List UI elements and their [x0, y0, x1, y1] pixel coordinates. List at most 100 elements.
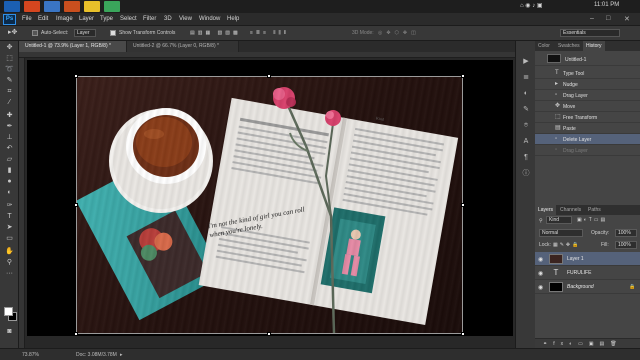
menu-view[interactable]: View	[179, 16, 192, 22]
document-size[interactable]: Doc: 3.08M/3.78M	[76, 352, 117, 358]
history-panel-icon[interactable]: ▶	[520, 57, 532, 67]
menu-help[interactable]: Help	[227, 16, 239, 22]
transform-handle-bottom-right[interactable]	[461, 332, 465, 336]
auto-select-dropdown[interactable]: Layer	[74, 29, 96, 37]
menu-layer[interactable]: Layer	[79, 16, 94, 22]
hand-tool-icon[interactable]: ✋	[3, 247, 16, 257]
clock[interactable]: 11:01 PM	[594, 2, 619, 8]
docs-app-icon[interactable]	[44, 1, 60, 12]
move-tool-icon[interactable]: ✥	[3, 43, 16, 53]
history-brush-tool-icon[interactable]: ↶	[3, 144, 16, 154]
visibility-eye-icon[interactable]: ◉	[538, 270, 543, 277]
history-item[interactable]: ▤ Paste	[535, 123, 640, 134]
layer-filter-icons[interactable]: ▣◐T▭▤	[577, 217, 607, 223]
ruler-horizontal[interactable]	[19, 52, 515, 58]
history-item-active[interactable]: ▫ Delete Layer	[535, 134, 640, 145]
menu-type[interactable]: Type	[100, 16, 113, 22]
transform-bounding-box[interactable]	[76, 76, 463, 334]
info-panel-icon[interactable]: ⓘ	[520, 169, 532, 179]
eraser-tool-icon[interactable]: ▱	[3, 155, 16, 165]
brush-panel-icon[interactable]: ✎	[520, 105, 532, 115]
adjustments-panel-icon[interactable]: ◐	[520, 89, 532, 99]
transform-handle-bottom[interactable]	[267, 332, 271, 336]
healing-tool-icon[interactable]: ✚	[3, 111, 16, 121]
eyedropper-tool-icon[interactable]: ⁄	[3, 98, 16, 108]
menu-window[interactable]: Window	[199, 16, 220, 22]
fill-input[interactable]: 100%	[615, 241, 637, 249]
zoom-tool-icon[interactable]: ⚲	[3, 258, 16, 268]
ruler-vertical[interactable]	[19, 58, 25, 348]
character-panel-icon[interactable]: A	[520, 137, 532, 147]
quick-mask-icon[interactable]: ◙	[3, 327, 16, 337]
dodge-tool-icon[interactable]: ◐	[3, 188, 16, 198]
history-item[interactable]: ⬚ Free Transform	[535, 112, 640, 123]
layer-action-icons[interactable]: ⚭fx◐▭▣▤🗑	[543, 341, 623, 347]
more-tools-icon[interactable]: ···	[3, 269, 16, 279]
type-tool-icon[interactable]: T	[3, 212, 16, 222]
transform-handle-top-right[interactable]	[461, 74, 465, 78]
distribute-icons[interactable]: ≡≣≡ ⫴⫼⫴	[250, 30, 289, 36]
maximize-button[interactable]: □	[606, 15, 610, 22]
layer-kind-filter[interactable]: Kind	[546, 216, 572, 224]
browser-app-icon[interactable]	[84, 1, 100, 12]
show-transform-checkbox[interactable]	[110, 30, 116, 36]
visibility-eye-icon[interactable]: ◉	[538, 256, 543, 263]
crop-tool-icon[interactable]: ⌗	[3, 87, 16, 97]
menu-select[interactable]: Select	[120, 16, 137, 22]
tab-untitled-2[interactable]: Untitled-2 @ 66.7% (Layer 0, RGB/8) *	[127, 41, 239, 52]
filter-search-icon[interactable]: ⚲	[539, 218, 543, 224]
move-tool-icon[interactable]: ▸✥	[8, 28, 17, 36]
foreground-color-swatch[interactable]	[4, 307, 13, 316]
history-item[interactable]: ✥ Move	[535, 101, 640, 112]
menu-edit[interactable]: Edit	[38, 16, 48, 22]
zoom-level[interactable]: 73.87%	[22, 352, 39, 358]
chrome-app-icon[interactable]	[104, 1, 120, 12]
lock-icons[interactable]: ▦✎✥🔒	[553, 242, 580, 248]
transform-handle-top-left[interactable]	[74, 74, 78, 78]
properties-panel-icon[interactable]: ≣	[520, 73, 532, 83]
tab-swatches[interactable]: Swatches	[555, 41, 583, 51]
history-item[interactable]: T Type Tool	[535, 68, 640, 79]
menu-image[interactable]: Image	[56, 16, 73, 22]
tab-color[interactable]: Color	[535, 41, 553, 51]
opacity-input[interactable]: 100%	[615, 229, 637, 237]
path-select-tool-icon[interactable]: ➤	[3, 223, 16, 233]
tab-layers[interactable]: Layers	[535, 205, 557, 215]
marquee-tool-icon[interactable]: ⬚	[3, 54, 16, 64]
status-arrow-icon[interactable]: ▸	[120, 352, 123, 358]
photoshop-app-icon[interactable]	[4, 1, 20, 12]
history-item[interactable]: ▸ Nudge	[535, 79, 640, 90]
tab-untitled-1[interactable]: Untitled-1 @ 73.9% (Layer 1, RGB/8) *	[19, 41, 127, 52]
transform-handle-right[interactable]	[461, 203, 465, 207]
menu-file[interactable]: File	[22, 16, 32, 22]
tray-icons[interactable]: ⌂ ◉ ♪ ▣	[520, 2, 543, 9]
tab-history[interactable]: History	[583, 41, 605, 51]
menu-filter[interactable]: Filter	[143, 16, 156, 22]
blur-tool-icon[interactable]: ●	[3, 177, 16, 187]
lasso-tool-icon[interactable]: ➰	[3, 65, 16, 75]
minimize-button[interactable]: –	[590, 15, 594, 22]
align-icons[interactable]: ▤▥▦ ▧▨▩	[190, 30, 241, 36]
files-app-icon[interactable]	[24, 1, 40, 12]
stamp-tool-icon[interactable]: ⊥	[3, 133, 16, 143]
gradient-tool-icon[interactable]: ▮	[3, 166, 16, 176]
clone-source-panel-icon[interactable]: ⌾	[520, 121, 532, 131]
transform-handle-bottom-left[interactable]	[74, 332, 78, 336]
history-item-undone[interactable]: ▫ Drag Layer	[535, 145, 640, 156]
tab-paths[interactable]: Paths	[585, 205, 604, 215]
transform-handle-left[interactable]	[74, 203, 78, 207]
paragraph-panel-icon[interactable]: ¶	[520, 153, 532, 163]
quick-select-tool-icon[interactable]: ✎	[3, 76, 16, 86]
tab-channels[interactable]: Channels	[557, 205, 584, 215]
transform-handle-top[interactable]	[267, 74, 271, 78]
close-button[interactable]: ✕	[624, 15, 630, 23]
layer-row-layer-1[interactable]: ◉ Layer 1	[535, 252, 640, 266]
pen-tool-icon[interactable]: ✑	[3, 201, 16, 211]
blend-mode-dropdown[interactable]: Normal	[539, 229, 583, 237]
brush-tool-icon[interactable]: ✒	[3, 122, 16, 132]
media-app-icon[interactable]	[64, 1, 80, 12]
menu-3d[interactable]: 3D	[164, 16, 172, 22]
visibility-eye-icon[interactable]: ◉	[538, 284, 543, 291]
workspace-dropdown[interactable]: Essentials	[560, 29, 620, 37]
auto-select-checkbox[interactable]	[32, 30, 38, 36]
